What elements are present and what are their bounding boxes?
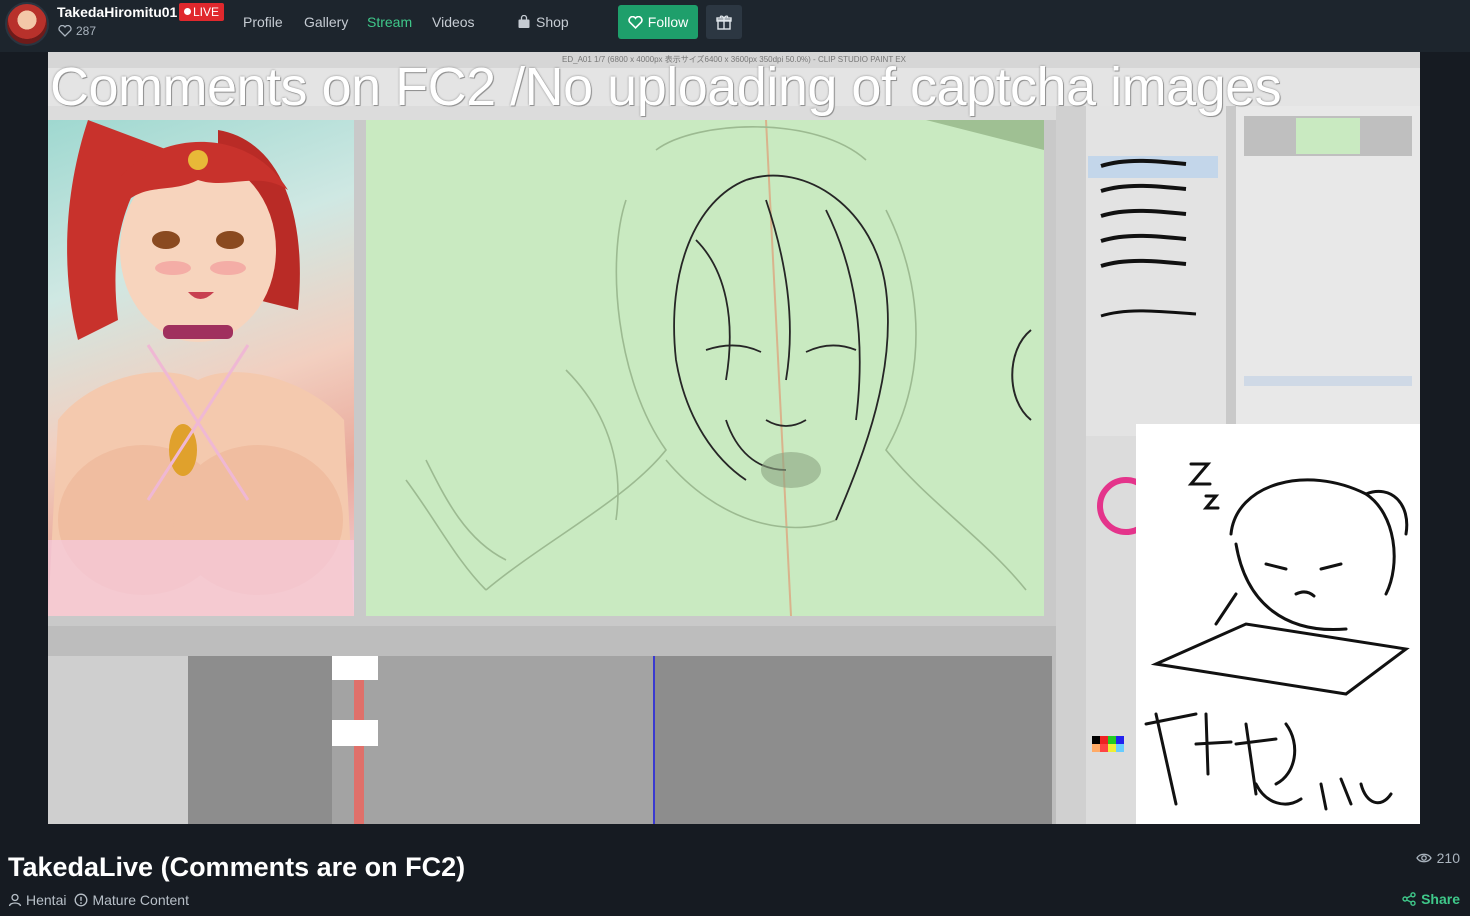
alert-circle-icon — [75, 893, 88, 907]
live-dot-icon — [184, 8, 191, 15]
webcam-doodle — [1144, 462, 1410, 811]
sketch-drawing — [405, 120, 1044, 616]
channel-name[interactable]: TakedaHiromitu01 — [57, 4, 177, 20]
video-player[interactable]: ED_A01 1/7 (6800 x 4000px 表示サイズ6400 x 36… — [48, 52, 1420, 824]
nav-stream[interactable]: Stream — [367, 14, 412, 30]
brush-panel — [1086, 106, 1226, 436]
color-swatches — [1092, 477, 1155, 752]
live-label: LIVE — [193, 5, 220, 19]
view-count-value: 210 — [1436, 850, 1460, 866]
tool-palette — [1056, 106, 1086, 824]
follow-label: Follow — [647, 14, 689, 30]
drawing-canvas[interactable] — [366, 120, 1044, 616]
shopping-bag-icon — [518, 15, 530, 28]
person-icon — [8, 893, 22, 907]
nav-gallery[interactable]: Gallery — [304, 14, 348, 30]
nav-shop-label: Shop — [536, 14, 569, 30]
top-bar: TakedaHiromitu01 LIVE 287 Profile Galler… — [0, 0, 1470, 52]
view-count: 210 — [1415, 850, 1460, 866]
eye-icon — [1415, 853, 1432, 863]
share-button[interactable]: Share — [1402, 891, 1460, 907]
timeline-tracks — [48, 656, 188, 824]
tag-hentai-label: Hentai — [26, 892, 67, 908]
webcam-overlay — [1136, 424, 1420, 824]
likes-count: 287 — [58, 24, 96, 38]
timeline-panel — [48, 626, 1056, 824]
heart-icon — [58, 25, 72, 37]
reference-illustration — [48, 120, 354, 616]
nav-videos[interactable]: Videos — [432, 14, 475, 30]
share-label: Share — [1421, 891, 1460, 907]
navigator-preview — [1244, 116, 1412, 386]
gift-button[interactable] — [706, 5, 742, 39]
stream-overlay-caption: Comments on FC2 /No uploading of captcha… — [50, 57, 1282, 117]
channel-avatar[interactable] — [5, 2, 49, 46]
stream-tags: Hentai Mature Content — [8, 892, 189, 908]
likes-value: 287 — [76, 24, 97, 38]
timeline-frames — [332, 656, 655, 824]
layer-panel — [1236, 106, 1420, 436]
tag-hentai[interactable]: Hentai — [8, 892, 66, 908]
gift-icon — [716, 15, 732, 30]
color-palette — [1086, 436, 1155, 824]
tag-mature-content[interactable]: Mature Content — [74, 892, 189, 908]
brush-strokes-preview — [1088, 156, 1218, 318]
timeline-grid[interactable] — [188, 656, 1052, 824]
follow-button[interactable]: Follow — [618, 5, 698, 39]
reference-illustration-drawing — [48, 120, 354, 616]
tag-mature-content-label: Mature Content — [92, 892, 189, 908]
share-icon — [1402, 892, 1416, 906]
heart-outline-icon — [628, 15, 643, 29]
stream-title: TakedaLive (Comments are on FC2) — [8, 852, 466, 882]
nav-profile[interactable]: Profile — [243, 14, 283, 30]
live-badge: LIVE — [179, 3, 225, 21]
nav-shop[interactable]: Shop — [517, 14, 569, 30]
